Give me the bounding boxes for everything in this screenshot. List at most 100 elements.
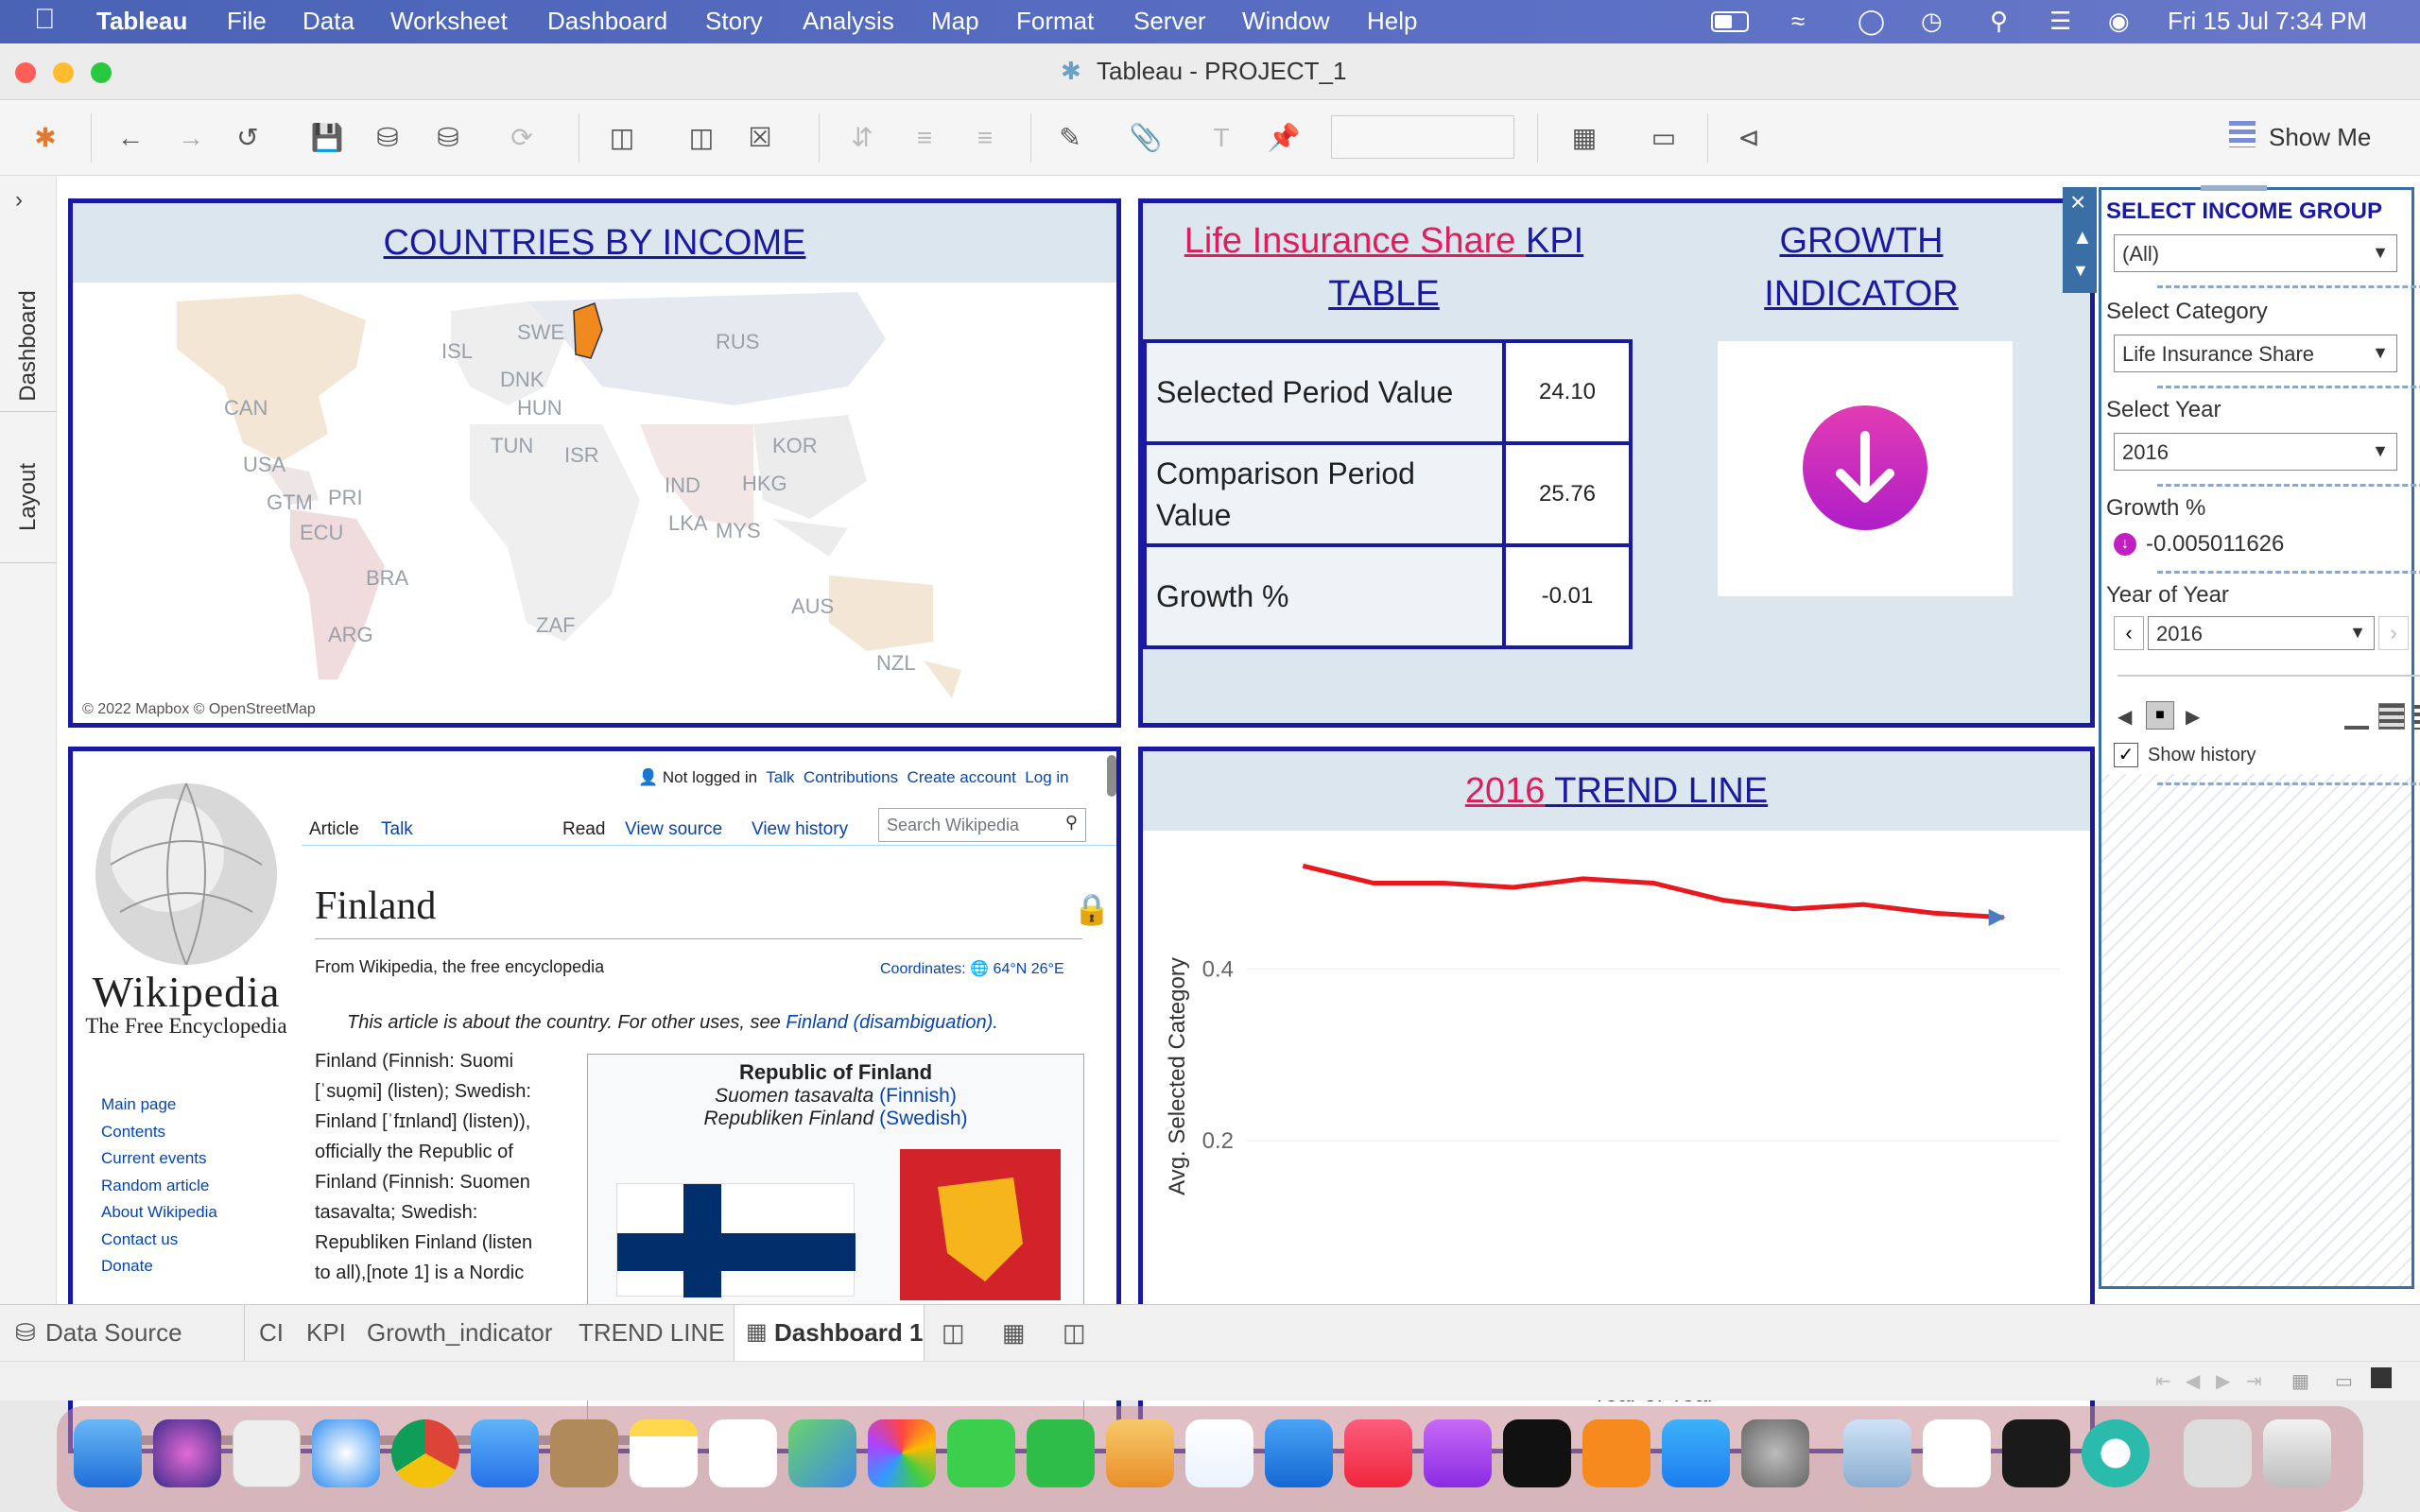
menu-format[interactable]: Format [1016, 7, 1094, 36]
new-worksheet-icon[interactable]: ◫ [942, 1318, 965, 1348]
tab-view-history[interactable]: View history [752, 819, 848, 840]
category-select[interactable]: Life Insurance Share ▼ [2114, 335, 2397, 372]
preview-icon[interactable] [1843, 1419, 1911, 1487]
swap-icon[interactable]: ⇵ [841, 117, 883, 159]
pause-updates-icon[interactable]: ⛁ [427, 117, 469, 159]
chrome-icon[interactable] [391, 1419, 459, 1487]
mail-icon[interactable] [471, 1419, 539, 1487]
pages-icon[interactable] [1106, 1419, 1174, 1487]
tableau-logo-icon[interactable]: ✱ [25, 117, 66, 159]
menu-data[interactable]: Data [302, 7, 354, 36]
yoy-select[interactable]: 2016 ▼ [2148, 616, 2375, 650]
browser-icon[interactable] [2082, 1419, 2150, 1487]
year-slider-track[interactable] [2118, 675, 2420, 677]
presentation-icon[interactable]: ▭ [1643, 117, 1685, 159]
wifi-icon[interactable]: ≈ [1791, 7, 1805, 36]
contributions-link[interactable]: Contributions [804, 768, 898, 786]
apple-tv-icon[interactable] [1503, 1419, 1571, 1487]
nav-link[interactable]: Donate [101, 1253, 217, 1280]
reminders-icon[interactable] [709, 1419, 777, 1487]
minimize-window-button[interactable] [53, 62, 74, 83]
nav-link[interactable]: Main page [101, 1091, 217, 1119]
sort-asc-icon[interactable]: ≡ [904, 117, 945, 159]
tableau-dock-icon[interactable] [1923, 1419, 1991, 1487]
object-controls[interactable]: × ▲ ▼ [2063, 187, 2097, 293]
first-sheet-icon[interactable]: ⇤ [2155, 1369, 2171, 1393]
group-icon[interactable]: 📎 [1125, 117, 1167, 159]
podcasts-icon[interactable] [1424, 1419, 1492, 1487]
nav-link[interactable]: Current events [101, 1145, 217, 1173]
next-year-button[interactable]: › [2378, 616, 2409, 650]
login-link[interactable]: Log in [1025, 768, 1068, 786]
label-icon[interactable]: T [1201, 117, 1242, 159]
new-story-icon[interactable]: ◫ [1063, 1318, 1086, 1348]
facetime-icon[interactable] [1027, 1419, 1095, 1487]
control-center-icon[interactable]: ☰ [2049, 7, 2071, 36]
stop-icon[interactable]: ■ [2146, 701, 2174, 730]
tab-talk[interactable]: Talk [381, 819, 413, 840]
last-sheet-icon[interactable]: ⇥ [2246, 1369, 2262, 1393]
sheet-sorter-icon[interactable]: ▦ [2291, 1369, 2309, 1393]
menu-file[interactable]: File [227, 7, 267, 36]
nav-link[interactable]: Contact us [101, 1227, 217, 1254]
finder-icon[interactable] [74, 1419, 142, 1487]
notes-icon[interactable] [630, 1419, 698, 1487]
messages-icon[interactable] [947, 1419, 1015, 1487]
nav-link[interactable]: About Wikipedia [101, 1199, 217, 1227]
fit-dropdown[interactable] [1331, 115, 1514, 159]
downloads-stack-icon[interactable] [2184, 1419, 2252, 1487]
play-back-icon[interactable]: ◀ [2118, 705, 2132, 729]
books-icon[interactable] [1582, 1419, 1651, 1487]
pin-icon[interactable]: 📌 [1263, 117, 1305, 159]
world-map[interactable]: CAN USA GTM PRI ECU BRA ARG ISL SWE DNK … [73, 283, 1116, 723]
menu-story[interactable]: Story [705, 7, 763, 36]
tab-sheet[interactable]: TREND LINE [579, 1318, 725, 1348]
speed-fast-icon[interactable] [2414, 705, 2420, 730]
menu-dashboard[interactable]: Dashboard [547, 7, 667, 36]
apple-icon[interactable]:  [34, 4, 56, 36]
tab-view-source[interactable]: View source [625, 819, 722, 840]
show-cards-icon[interactable]: ▦ [1564, 117, 1605, 159]
clear-sheet-icon[interactable]: ☒ [739, 117, 781, 159]
year-select[interactable]: 2016 ▼ [2114, 433, 2397, 471]
battery-icon[interactable] [1711, 11, 1749, 32]
show-me-button[interactable]: Show Me [2269, 123, 2371, 152]
show-me-icon[interactable] [2229, 121, 2256, 147]
undo-icon[interactable]: ← [110, 117, 151, 159]
wiki-search-input[interactable]: Search Wikipedia ⚲ [878, 808, 1086, 842]
menu-help[interactable]: Help [1367, 7, 1417, 36]
refresh-icon[interactable]: ⟳ [501, 117, 543, 159]
tabs-view-icon[interactable] [2371, 1367, 2392, 1388]
menu-map[interactable]: Map [931, 7, 979, 36]
nav-link[interactable]: Contents [101, 1119, 217, 1146]
launchpad-icon[interactable] [233, 1419, 301, 1487]
app-store-icon[interactable] [1662, 1419, 1730, 1487]
more-options-icon[interactable]: ▼ [2072, 261, 2089, 281]
music-icon[interactable] [1344, 1419, 1412, 1487]
play-forward-icon[interactable]: ▶ [2186, 705, 2200, 729]
menu-worksheet[interactable]: Worksheet [390, 7, 508, 36]
show-history-checkbox[interactable]: ✓ [2114, 743, 2138, 767]
highlight-icon[interactable]: ✎ [1049, 117, 1091, 159]
expand-chevron-icon[interactable]: › [15, 187, 23, 214]
prev-year-button[interactable]: ‹ [2114, 616, 2144, 650]
system-preferences-icon[interactable] [1741, 1419, 1809, 1487]
talk-link[interactable]: Talk [766, 768, 794, 786]
nav-link[interactable]: Random article [101, 1173, 217, 1200]
maps-icon[interactable] [788, 1419, 856, 1487]
zoom-window-button[interactable] [91, 62, 112, 83]
filmstrip-icon[interactable]: ▭ [2335, 1369, 2353, 1393]
tab-sheet[interactable]: KPI [306, 1318, 346, 1348]
tab-layout[interactable]: Layout [0, 431, 57, 563]
vertical-scrollbar[interactable] [1107, 755, 1116, 797]
contacts-icon[interactable] [550, 1419, 618, 1487]
tab-dashboard-1[interactable]: ▦ Dashboard 1 [734, 1305, 925, 1362]
tab-read[interactable]: Read [562, 819, 605, 840]
pin-icon[interactable]: ▲ [2072, 225, 2093, 249]
close-window-button[interactable] [15, 62, 36, 83]
next-sheet-icon[interactable]: ▶ [2216, 1369, 2230, 1393]
menu-window[interactable]: Window [1242, 7, 1329, 36]
search-icon[interactable]: ⚲ [1990, 7, 2008, 36]
tab-article[interactable]: Article [309, 819, 359, 840]
sort-desc-icon[interactable]: ≡ [964, 117, 1006, 159]
